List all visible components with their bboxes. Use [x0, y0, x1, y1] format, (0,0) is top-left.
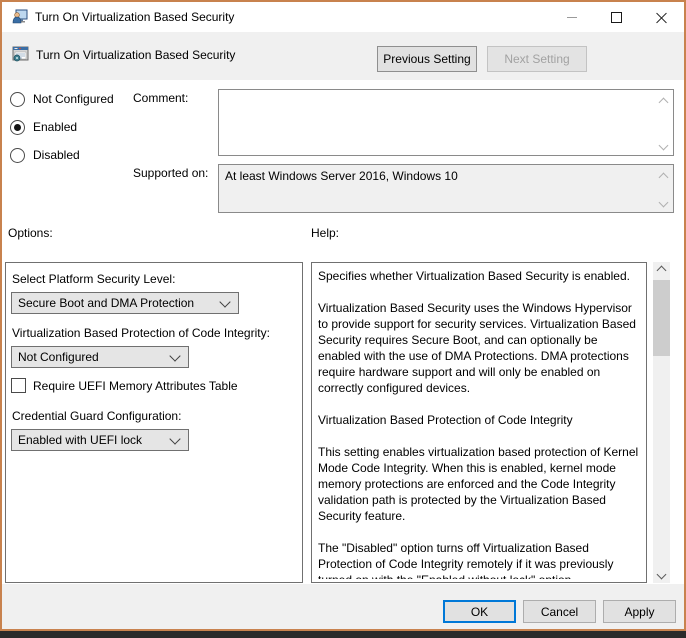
radio-label-not-configured: Not Configured	[33, 92, 114, 106]
comment-scroll-down-icon[interactable]	[657, 139, 669, 151]
policy-header: Turn On Virtualization Based Security Pr…	[2, 32, 684, 80]
uefi-checkbox[interactable]	[11, 378, 26, 393]
radio-row-not-configured[interactable]: Not Configured	[10, 91, 114, 107]
help-paragraph: This setting enables virtualization base…	[318, 445, 639, 523]
supported-on-box: At least Windows Server 2016, Windows 10	[218, 164, 674, 213]
uefi-checkbox-label: Require UEFI Memory Attributes Table	[33, 378, 238, 393]
supported-scroll-down-icon[interactable]	[657, 196, 669, 208]
previous-setting-button[interactable]: Previous Setting	[377, 46, 477, 72]
comment-textarea[interactable]	[218, 89, 674, 156]
next-setting-button: Next Setting	[487, 46, 587, 72]
help-paragraph: Specifies whether Virtualization Based S…	[318, 269, 630, 283]
policy-setting-icon	[12, 45, 30, 68]
footer-bar: OK Cancel Apply	[2, 584, 684, 629]
radio-not-configured[interactable]	[10, 91, 25, 107]
scrollbar-thumb[interactable]	[653, 280, 670, 356]
code-integrity-value: Not Configured	[18, 350, 99, 364]
window-title: Turn On Virtualization Based Security	[35, 10, 235, 24]
code-integrity-label: Virtualization Based Protection of Code …	[12, 326, 270, 340]
radio-label-enabled: Enabled	[33, 120, 78, 134]
scroll-down-button[interactable]	[653, 566, 670, 583]
platform-security-dropdown[interactable]: Secure Boot and DMA Protection	[11, 292, 239, 314]
supported-on-value: At least Windows Server 2016, Windows 10	[225, 169, 458, 183]
chevron-down-icon	[169, 432, 181, 445]
title-bar[interactable]: Turn On Virtualization Based Security	[2, 2, 684, 32]
dialog-window: Turn On Virtualization Based Security Tu…	[0, 0, 686, 631]
scroll-up-button[interactable]	[653, 262, 670, 279]
background-window-sliver	[0, 631, 686, 638]
help-section-label: Help:	[311, 226, 340, 240]
policy-title: Turn On Virtualization Based Security	[36, 48, 236, 62]
help-paragraph: Virtualization Based Protection of Code …	[318, 413, 573, 427]
screen: Turn On Virtualization Based Security Tu…	[0, 0, 686, 638]
chevron-down-icon	[219, 295, 231, 308]
supported-scroll-up-icon[interactable]	[657, 171, 669, 183]
maximize-icon	[611, 11, 622, 23]
code-integrity-dropdown[interactable]: Not Configured	[11, 346, 189, 368]
uefi-checkbox-row[interactable]: Require UEFI Memory Attributes Table	[11, 378, 238, 393]
radio-row-disabled[interactable]: Disabled	[10, 147, 80, 163]
radio-enabled[interactable]	[10, 119, 25, 135]
platform-security-value: Secure Boot and DMA Protection	[18, 296, 195, 310]
minimize-icon	[566, 16, 577, 18]
radio-label-disabled: Disabled	[33, 148, 80, 162]
credential-guard-dropdown[interactable]: Enabled with UEFI lock	[11, 429, 189, 451]
help-text: Specifies whether Virtualization Based S…	[318, 268, 640, 579]
help-paragraph: The "Disabled" option turns off Virtuali…	[318, 541, 614, 579]
radio-row-enabled[interactable]: Enabled	[10, 119, 77, 135]
close-icon	[656, 12, 667, 23]
supported-on-label: Supported on:	[133, 166, 209, 180]
minimize-button[interactable]	[549, 2, 594, 32]
close-button[interactable]	[639, 2, 684, 32]
credential-guard-value: Enabled with UEFI lock	[18, 433, 143, 447]
comment-label: Comment:	[133, 91, 189, 105]
app-icon	[12, 9, 28, 30]
chevron-down-icon	[169, 349, 181, 362]
apply-button[interactable]: Apply	[603, 600, 676, 623]
options-section-label: Options:	[8, 226, 53, 240]
radio-disabled[interactable]	[10, 147, 25, 163]
cancel-button[interactable]: Cancel	[523, 600, 596, 623]
ok-button[interactable]: OK	[443, 600, 516, 623]
comment-scroll-up-icon[interactable]	[657, 96, 669, 108]
credential-guard-label: Credential Guard Configuration:	[12, 409, 182, 423]
platform-security-label: Select Platform Security Level:	[12, 272, 176, 286]
maximize-button[interactable]	[594, 2, 639, 32]
help-paragraph: Virtualization Based Security uses the W…	[318, 301, 636, 395]
help-scrollbar[interactable]	[653, 262, 670, 583]
